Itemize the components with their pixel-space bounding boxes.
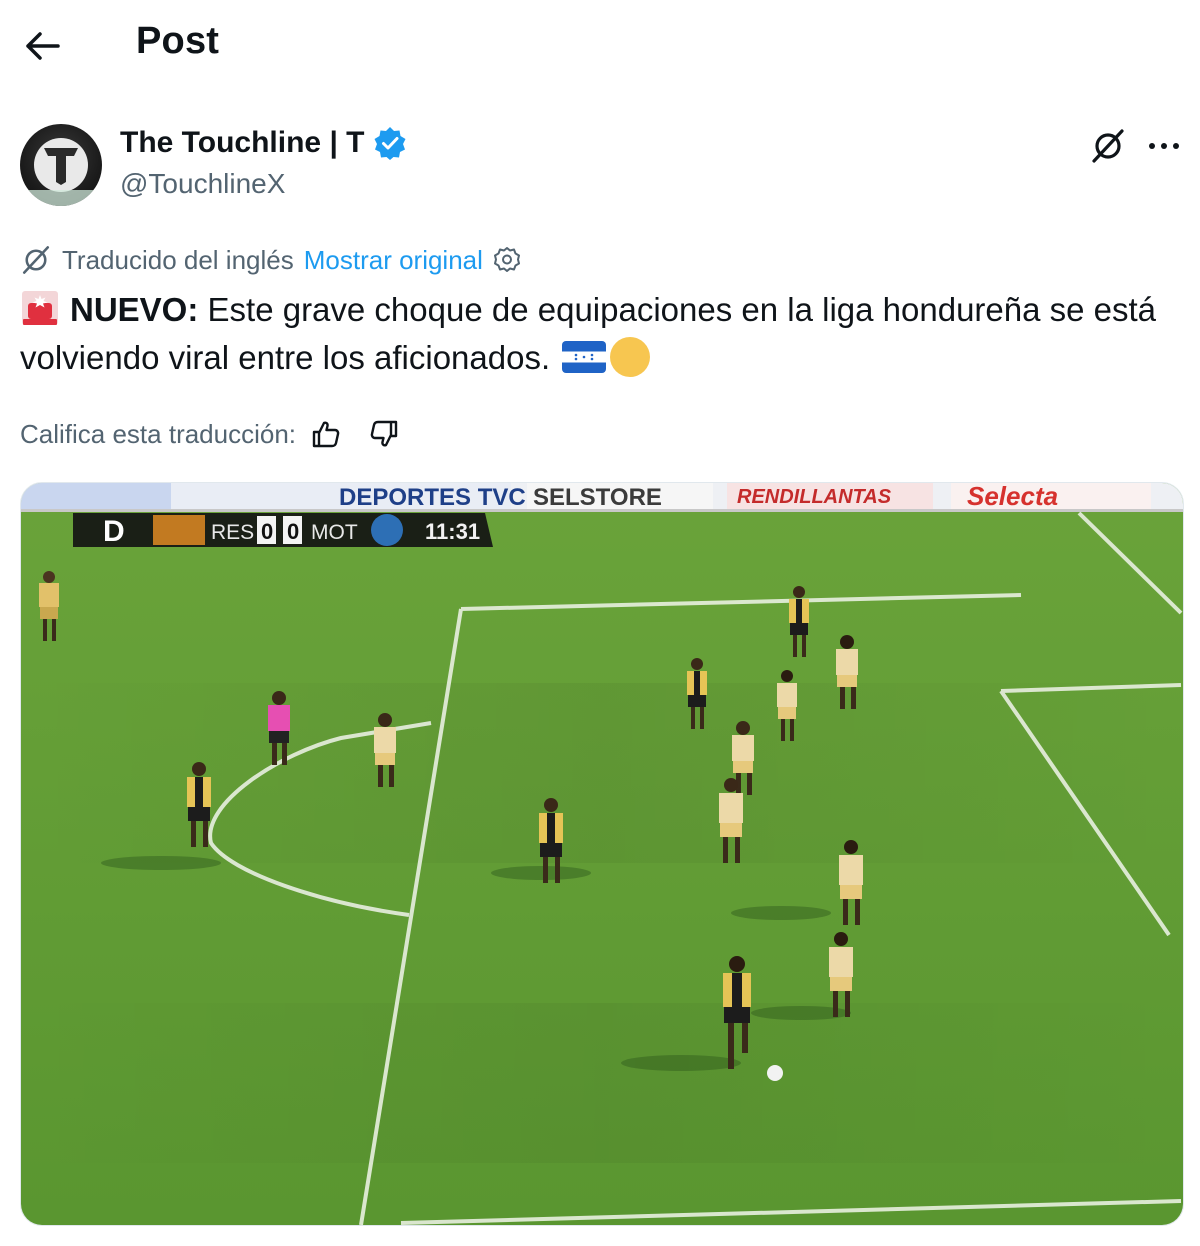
scoreboard: D RES 0 0 MOT 11:31 [73,513,493,548]
match-clock: 11:31 [425,519,480,544]
ad-rendillantas: RENDILLANTAS [737,486,892,508]
verified-badge-icon [374,127,405,160]
tweet-bold-prefix: NUEVO: [70,291,199,328]
tweet-media[interactable]: DEPORTES TVC SELSTORE RENDILLANTAS Selec… [20,482,1184,1226]
channel-logo: D [103,515,125,548]
home-score: 0 [261,519,273,544]
show-original-link[interactable]: Mostrar original [304,245,483,276]
grok-button[interactable] [1086,124,1130,168]
translation-bar: Traducido del inglés Mostrar original [20,240,521,280]
author-name[interactable]: The Touchline | T [120,126,407,160]
grok-icon [1092,129,1124,163]
page-title: Post [136,20,220,62]
top-bar: Post [0,0,1200,90]
avatar[interactable] [20,124,102,206]
back-button[interactable] [20,24,64,68]
touchline-logo-icon [44,148,78,185]
more-options-button[interactable] [1142,124,1186,168]
grok-translate-icon [22,246,50,274]
translated-from-label: Traducido del inglés [62,244,294,275]
tweet-text: NUEVO: Este grave choque de equipaciones… [20,286,1180,382]
home-team: RES [211,521,254,544]
ball [767,1065,783,1081]
ad-deportes-tvc: DEPORTES TVC [339,484,526,511]
more-icon [1149,143,1179,149]
match-photo: DEPORTES TVC SELSTORE RENDILLANTAS Selec… [21,483,1183,1225]
author-name-text: The Touchline | T [120,126,365,159]
yellow-circle-emoji-icon [610,337,651,377]
siren-emoji-icon [22,291,58,325]
rate-translation-label: Califica esta traducción: [20,418,297,449]
author-handle[interactable]: @TouchlineX [120,168,285,200]
ad-selstore: SELSTORE [533,484,662,511]
honduras-flag-emoji-icon [562,341,607,373]
settings-icon[interactable] [493,246,521,274]
ad-selecta: Selecta [967,483,1058,511]
rate-translation-bar: Califica esta traducción: [20,412,400,456]
away-team: MOT [311,521,358,544]
thumbs-down-icon[interactable] [368,418,400,450]
away-score: 0 [287,519,299,544]
thumbs-up-icon[interactable] [310,418,342,450]
arrow-left-icon [26,32,60,60]
